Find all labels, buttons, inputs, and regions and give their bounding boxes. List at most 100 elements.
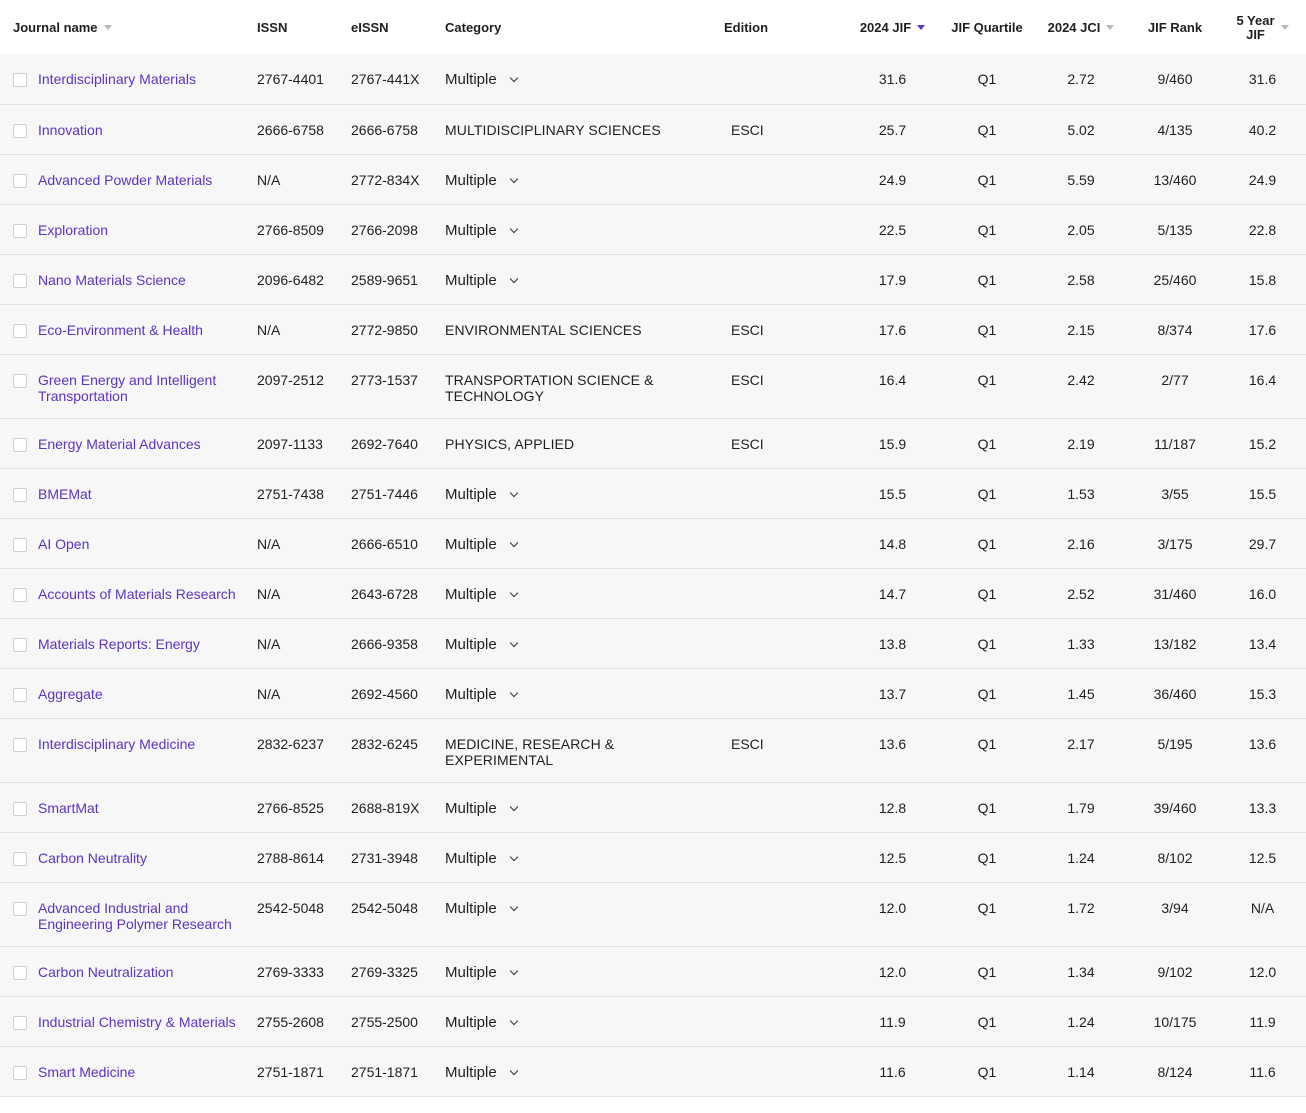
row-checkbox[interactable] xyxy=(13,687,27,702)
row-checkbox[interactable] xyxy=(13,437,27,452)
journal-link[interactable]: Accounts of Materials Research xyxy=(38,586,236,602)
sort-caret-icon[interactable] xyxy=(917,24,926,30)
journal-link[interactable]: Industrial Chemistry & Materials xyxy=(38,1014,236,1030)
row-checkbox[interactable] xyxy=(13,223,27,238)
cell-edition xyxy=(724,832,842,882)
journal-link[interactable]: Smart Medicine xyxy=(38,1064,135,1080)
cell-category: Multiple xyxy=(445,1046,724,1096)
category-expand-button[interactable]: Multiple xyxy=(445,486,518,503)
col-journal-name[interactable]: Journal name xyxy=(0,0,257,54)
row-checkbox[interactable] xyxy=(13,537,27,552)
journal-link[interactable]: Advanced Industrial and Engineering Poly… xyxy=(38,900,257,932)
cell-5-year-jif: 15.8 xyxy=(1248,271,1277,288)
category-expand-button[interactable]: Multiple xyxy=(445,636,518,653)
col-edition[interactable]: Edition xyxy=(724,0,842,54)
row-checkbox[interactable] xyxy=(13,637,27,652)
journal-link[interactable]: AI Open xyxy=(38,536,89,552)
cell-jci: 1.24 xyxy=(1067,849,1095,866)
row-checkbox[interactable] xyxy=(13,123,27,138)
row-checkbox[interactable] xyxy=(13,965,27,980)
col-jif-quartile[interactable]: JIF Quartile xyxy=(943,0,1031,54)
category-expand-button[interactable]: Multiple xyxy=(445,172,518,189)
row-checkbox[interactable] xyxy=(13,901,27,916)
cell-5-year-jif: 24.9 xyxy=(1248,171,1277,188)
row-checkbox[interactable] xyxy=(13,273,27,288)
sort-caret-icon[interactable] xyxy=(1280,25,1289,30)
cell-jif: 12.0 xyxy=(878,963,907,980)
journal-link[interactable]: Advanced Powder Materials xyxy=(38,172,212,188)
journal-link[interactable]: Carbon Neutralization xyxy=(38,964,173,980)
category-expand-button[interactable]: Multiple xyxy=(445,900,518,917)
col-5-year-jif[interactable]: 5 Year JIF xyxy=(1219,0,1306,54)
cell-jif-quartile: Q1 xyxy=(977,71,997,87)
row-checkbox[interactable] xyxy=(13,1065,27,1080)
journal-link[interactable]: Carbon Neutrality xyxy=(38,850,147,866)
category-expand-button[interactable]: Multiple xyxy=(445,536,518,553)
journal-link[interactable]: Eco-Environment & Health xyxy=(38,322,203,338)
journal-link[interactable]: Green Energy and Intelligent Transportat… xyxy=(38,372,257,404)
category-expand-button[interactable]: Multiple xyxy=(445,964,518,981)
table-row: Exploration 2766-8509 2766-2098 Multiple 22.… xyxy=(0,204,1306,254)
category-expand-button[interactable]: Multiple xyxy=(445,586,518,603)
journal-link[interactable]: Interdisciplinary Medicine xyxy=(38,736,195,752)
cell-journal-name: Carbon Neutralization xyxy=(0,946,257,996)
journal-link[interactable]: Interdisciplinary Materials xyxy=(38,71,196,87)
row-checkbox[interactable] xyxy=(13,851,27,866)
category-expand-button[interactable]: Multiple xyxy=(445,686,518,703)
journal-link[interactable]: Innovation xyxy=(38,122,103,138)
cell-journal-name: Eco-Environment & Health xyxy=(0,304,257,354)
category-expand-button[interactable]: Multiple xyxy=(445,800,518,817)
row-checkbox[interactable] xyxy=(13,801,27,816)
cell-eissn: 2772-834X xyxy=(351,171,420,188)
table-row: Interdisciplinary Materials 2767-4401 2767… xyxy=(0,54,1306,104)
category-expand-button[interactable]: Multiple xyxy=(445,850,518,867)
journal-link[interactable]: Aggregate xyxy=(38,686,103,702)
row-checkbox[interactable] xyxy=(13,1015,27,1030)
col-jci[interactable]: 2024 JCI xyxy=(1031,0,1131,54)
cell-edition xyxy=(724,946,842,996)
category-expand-button[interactable]: Multiple xyxy=(445,222,518,239)
cell-journal-name: Energy Material Advances xyxy=(0,418,257,468)
table-row: AI Open N/A 2666-6510 Multiple 14.8 Q1 2.16 3/1… xyxy=(0,518,1306,568)
col-issn[interactable]: ISSN xyxy=(257,0,351,54)
row-checkbox[interactable] xyxy=(13,487,27,502)
col-jif[interactable]: 2024 JIF xyxy=(842,0,943,54)
sort-caret-icon[interactable] xyxy=(1106,24,1115,30)
cell-5-year-jif: N/A xyxy=(1250,899,1275,916)
cell-jif-rank: 9/460 xyxy=(1157,71,1193,87)
cell-jif: 24.9 xyxy=(878,171,907,188)
row-checkbox[interactable] xyxy=(13,173,27,188)
row-checkbox[interactable] xyxy=(13,587,27,602)
col-category[interactable]: Category xyxy=(445,0,724,54)
journal-link[interactable]: Exploration xyxy=(38,222,108,238)
category-expand-button[interactable]: Multiple xyxy=(445,1064,518,1081)
journal-link[interactable]: Materials Reports: Energy xyxy=(38,636,200,652)
cell-jif-rank: 5/135 xyxy=(1157,221,1193,238)
table-row: Industrial Chemistry & Materials 2755-260… xyxy=(0,996,1306,1046)
journal-link[interactable]: Nano Materials Science xyxy=(38,272,186,288)
cell-jif-quartile: Q1 xyxy=(977,799,997,816)
sort-caret-icon[interactable] xyxy=(103,24,112,30)
journal-link[interactable]: BMEMat xyxy=(38,486,92,502)
row-checkbox[interactable] xyxy=(13,373,27,388)
cell-category: Multiple xyxy=(445,882,724,946)
cell-jif: 14.7 xyxy=(878,585,907,602)
col-jif-rank[interactable]: JIF Rank xyxy=(1131,0,1219,54)
cell-issn: N/A xyxy=(257,171,281,188)
row-checkbox[interactable] xyxy=(13,737,27,752)
category-expand-button[interactable]: Multiple xyxy=(445,272,518,289)
cell-journal-name: Nano Materials Science xyxy=(0,254,257,304)
col-eissn[interactable]: eISSN xyxy=(351,0,445,54)
journal-link[interactable]: SmartMat xyxy=(38,800,99,816)
cell-jif-quartile: Q1 xyxy=(977,899,997,916)
row-checkbox[interactable] xyxy=(13,323,27,338)
cell-jci: 2.05 xyxy=(1067,221,1095,238)
journal-link[interactable]: Energy Material Advances xyxy=(38,436,201,452)
cell-eissn: 2666-9358 xyxy=(351,635,418,652)
cell-jif-rank: 8/102 xyxy=(1157,849,1193,866)
row-checkbox[interactable] xyxy=(13,73,27,87)
category-expand-button[interactable]: Multiple xyxy=(445,1014,518,1031)
cell-edition xyxy=(724,254,842,304)
category-expand-button[interactable]: Multiple xyxy=(445,72,518,88)
cell-issn: 2751-7438 xyxy=(257,485,324,502)
